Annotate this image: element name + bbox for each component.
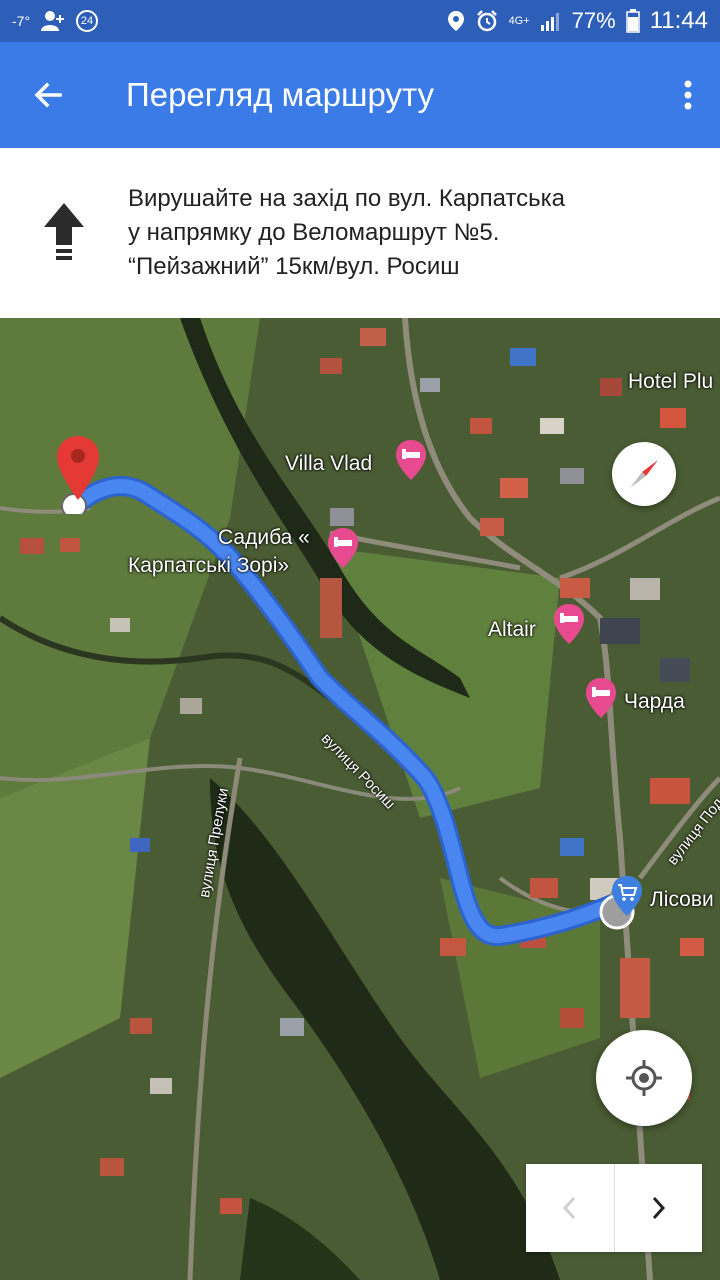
arrow-back-icon xyxy=(34,82,62,108)
location-icon xyxy=(447,11,464,31)
map-view[interactable]: Hotel Plu Villa Vlad Садиба « Карпатські… xyxy=(0,318,720,1280)
direction-text: Вирушайте на захід по вул. Карпатська у … xyxy=(128,182,668,284)
battery-percent-text: 77% xyxy=(571,8,616,33)
alarm-icon xyxy=(476,10,497,32)
battery-icon xyxy=(625,9,640,33)
poi-label[interactable]: Чарда xyxy=(624,690,685,714)
direction-instruction-panel: Вирушайте на захід по вул. Карпатська у … xyxy=(0,148,720,318)
next-step-button[interactable] xyxy=(615,1164,703,1252)
hotel-icon[interactable] xyxy=(584,676,618,720)
direction-line-3: “Пейзажний” 15км/вул. Росиш xyxy=(128,253,460,280)
status-left: -7° 24 xyxy=(12,10,99,32)
compass-button[interactable] xyxy=(612,442,676,506)
poi-label[interactable]: Hotel Plu xyxy=(628,370,713,394)
temperature-text: -7° xyxy=(12,13,31,29)
notification-badge: 24 xyxy=(76,10,99,32)
poi-label[interactable]: Лісови xyxy=(650,888,714,912)
clock-text: 11:44 xyxy=(649,7,708,34)
network-type-text: 4G+ xyxy=(508,15,530,27)
chevron-left-icon xyxy=(562,1196,575,1220)
app-bar: Перегляд маршруту xyxy=(0,42,720,148)
direction-icon-wrapper xyxy=(0,201,128,265)
hotel-icon[interactable] xyxy=(552,602,586,646)
previous-step-button[interactable] xyxy=(526,1164,614,1252)
poi-label[interactable]: Садиба « xyxy=(218,526,310,550)
step-navigation xyxy=(526,1164,702,1252)
my-location-button[interactable] xyxy=(596,1030,692,1126)
hotel-icon[interactable] xyxy=(394,438,428,482)
compass-icon xyxy=(630,460,658,488)
person-add-icon xyxy=(41,11,65,31)
signal-icon xyxy=(540,13,559,31)
shopping-cart-icon[interactable] xyxy=(610,874,644,918)
poi-label[interactable]: Altair xyxy=(488,618,536,642)
my-location-icon xyxy=(626,1060,662,1096)
direction-line-1: Вирушайте на захід по вул. Карпатська xyxy=(128,185,566,212)
status-right: 4G+ 77% 11:44 xyxy=(447,7,708,35)
poi-label[interactable]: Карпатські Зорі» xyxy=(128,554,289,578)
poi-label[interactable]: Villa Vlad xyxy=(285,452,372,476)
back-button[interactable] xyxy=(12,59,84,131)
arrow-up-icon xyxy=(44,203,84,260)
destination-pin-icon[interactable] xyxy=(54,434,102,514)
more-vert-icon xyxy=(684,80,692,110)
chevron-right-icon xyxy=(653,1196,666,1220)
status-bar: -7° 24 4G+ 77% 11:44 xyxy=(0,0,720,42)
page-title: Перегляд маршруту xyxy=(126,76,434,113)
overflow-menu-button[interactable] xyxy=(656,59,720,131)
hotel-icon[interactable] xyxy=(326,526,360,570)
direction-line-2: у напрямку до Веломаршрут №5. xyxy=(128,219,500,246)
